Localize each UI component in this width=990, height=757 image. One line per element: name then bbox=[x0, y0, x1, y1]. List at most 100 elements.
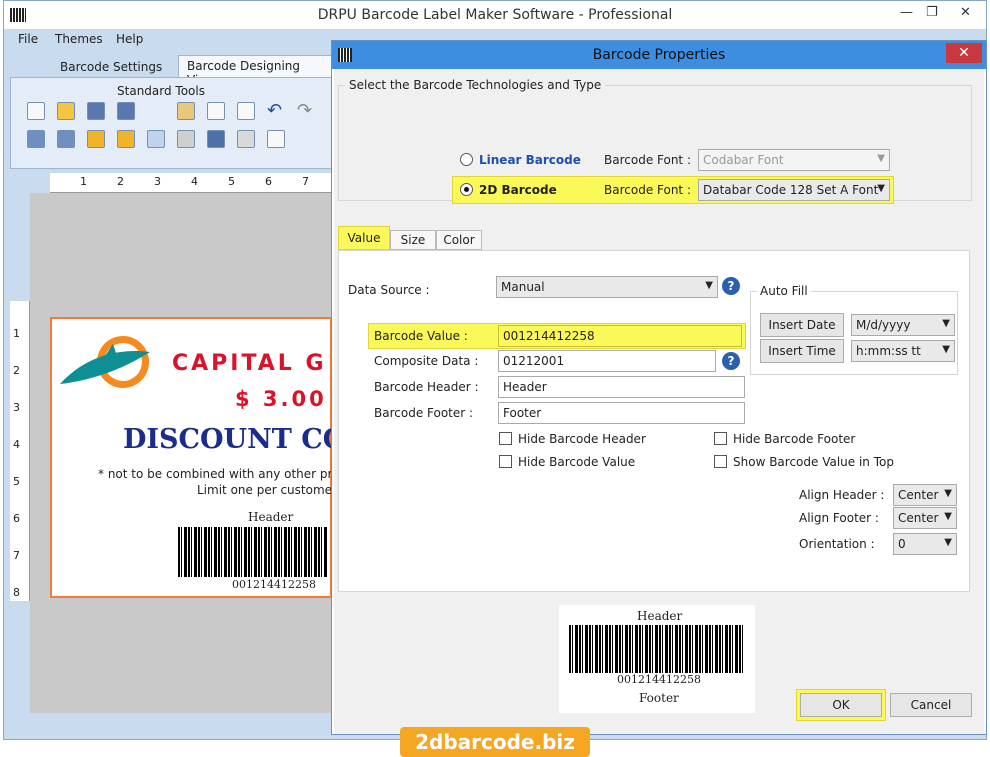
show-value-top-checkbox[interactable] bbox=[714, 455, 727, 468]
insert-date-button[interactable]: Insert Date bbox=[760, 313, 844, 337]
tab-color[interactable]: Color bbox=[436, 230, 482, 250]
preview-barcode bbox=[569, 625, 745, 673]
2d-font-label: Barcode Font : bbox=[604, 183, 691, 197]
title-bar: DRPU Barcode Label Maker Software - Prof… bbox=[4, 1, 986, 29]
preview-header: Header bbox=[637, 609, 683, 623]
ungroup-icon[interactable] bbox=[57, 130, 75, 148]
preview-value: 001214412258 bbox=[617, 673, 701, 686]
barcode-properties-dialog: Barcode Properties ✕ Select the Barcode … bbox=[331, 40, 987, 735]
chevron-down-icon: ▼ bbox=[944, 488, 952, 499]
barcode-value-label: Barcode Value : bbox=[374, 329, 468, 343]
window-title: DRPU Barcode Label Maker Software - Prof… bbox=[317, 7, 673, 23]
redo-icon[interactable]: ↷ bbox=[297, 100, 312, 121]
undo-icon[interactable]: ↶ bbox=[267, 100, 282, 121]
dialog-close-button[interactable]: ✕ bbox=[946, 43, 982, 63]
ok-button[interactable]: OK bbox=[800, 693, 882, 717]
composite-data-input[interactable]: 01212001 bbox=[498, 350, 716, 372]
paste-icon[interactable] bbox=[177, 102, 195, 120]
orientation-select[interactable]: 0 ▼ bbox=[893, 533, 957, 555]
print-preview-icon[interactable] bbox=[207, 130, 225, 148]
dolphin-logo bbox=[60, 336, 150, 388]
restore-icon[interactable]: ❐ bbox=[926, 5, 938, 20]
chevron-down-icon: ▼ bbox=[877, 153, 885, 164]
date-format-select[interactable]: M/d/yyyy ▼ bbox=[851, 314, 955, 336]
linear-font-label: Barcode Font : bbox=[604, 153, 691, 167]
align-footer-select[interactable]: Center ▼ bbox=[893, 507, 957, 529]
barcode-header-input[interactable]: Header bbox=[498, 376, 745, 398]
ribbon-group-label: Standard Tools bbox=[117, 84, 205, 98]
open-icon[interactable] bbox=[57, 102, 75, 120]
menu-file[interactable]: File bbox=[18, 32, 38, 46]
composite-data-label: Composite Data : bbox=[374, 354, 479, 368]
label-barcode-header: Header bbox=[248, 510, 294, 524]
save-as-icon[interactable] bbox=[117, 102, 135, 120]
chevron-down-icon: ▼ bbox=[942, 344, 950, 355]
print-icon[interactable] bbox=[237, 130, 255, 148]
preview-footer: Footer bbox=[639, 691, 679, 705]
label-barcode bbox=[178, 527, 328, 577]
hide-value-label: Hide Barcode Value bbox=[518, 455, 636, 469]
data-source-label: Data Source : bbox=[348, 283, 430, 297]
insert-time-button[interactable]: Insert Time bbox=[760, 339, 844, 363]
lock-icon[interactable] bbox=[87, 130, 105, 148]
delete-icon[interactable] bbox=[237, 102, 255, 120]
hide-value-checkbox[interactable] bbox=[499, 455, 512, 468]
ruler-tick: 5 bbox=[13, 475, 20, 488]
linear-barcode-radio[interactable] bbox=[460, 153, 473, 166]
export-icon[interactable] bbox=[267, 130, 285, 148]
linear-barcode-label[interactable]: Linear Barcode bbox=[479, 153, 581, 167]
group-icon[interactable] bbox=[27, 130, 45, 148]
ruler-tick: 4 bbox=[191, 175, 198, 188]
hide-footer-checkbox[interactable] bbox=[714, 432, 727, 445]
ruler-tick: 4 bbox=[13, 438, 20, 451]
ruler-tick: 6 bbox=[13, 512, 20, 525]
barcode-preview: Header 001214412258 Footer bbox=[559, 605, 755, 713]
tab-value-label: Value bbox=[347, 231, 381, 245]
grid-icon[interactable] bbox=[147, 130, 165, 148]
2d-barcode-label[interactable]: 2D Barcode bbox=[479, 183, 557, 197]
label-barcode-value: 001214412258 bbox=[232, 578, 316, 591]
linear-font-select[interactable]: Codabar Font ▼ bbox=[698, 149, 890, 171]
unlock-icon[interactable] bbox=[117, 130, 135, 148]
tab-barcode-settings[interactable]: Barcode Settings bbox=[52, 57, 170, 79]
ribbon-tabs: Barcode Settings Barcode Designing View bbox=[4, 53, 334, 87]
time-format-value: h:mm:ss tt bbox=[856, 344, 921, 358]
database-icon[interactable] bbox=[177, 130, 195, 148]
vertical-ruler: 1 2 3 4 5 6 7 8 bbox=[10, 301, 30, 601]
minimize-icon[interactable]: — bbox=[900, 5, 913, 20]
tab-value[interactable]: Value bbox=[338, 226, 390, 250]
data-source-select[interactable]: Manual ▼ bbox=[496, 276, 718, 298]
ruler-tick: 2 bbox=[117, 175, 124, 188]
tab-size[interactable]: Size bbox=[390, 230, 436, 250]
hide-header-checkbox[interactable] bbox=[499, 432, 512, 445]
orientation-label: Orientation : bbox=[799, 537, 875, 551]
2d-font-select[interactable]: Databar Code 128 Set A Font ▼ bbox=[698, 179, 890, 201]
dialog-title-bar: Barcode Properties ✕ bbox=[332, 41, 986, 69]
2d-font-value: Databar Code 128 Set A Font bbox=[703, 183, 879, 197]
auto-fill-title: Auto Fill bbox=[757, 284, 811, 298]
ruler-tick: 8 bbox=[13, 586, 20, 599]
tab-barcode-designing-view[interactable]: Barcode Designing View bbox=[178, 55, 334, 87]
label-line-capital: CAPITAL G bbox=[172, 351, 327, 376]
menu-themes[interactable]: Themes bbox=[55, 32, 103, 46]
ruler-tick: 3 bbox=[154, 175, 161, 188]
dialog-title: Barcode Properties bbox=[592, 47, 726, 63]
barcode-value-input[interactable]: 001214412258 bbox=[498, 325, 742, 347]
composite-help-icon[interactable]: ? bbox=[722, 352, 740, 370]
new-icon[interactable] bbox=[27, 102, 45, 120]
save-icon[interactable] bbox=[87, 102, 105, 120]
close-icon[interactable]: ✕ bbox=[960, 5, 971, 20]
label-fineprint: Limit one per customer bbox=[197, 483, 337, 497]
cancel-button[interactable]: Cancel bbox=[890, 693, 972, 717]
align-header-select[interactable]: Center ▼ bbox=[893, 484, 957, 506]
cut-icon[interactable] bbox=[207, 102, 225, 120]
ruler-tick: 1 bbox=[80, 175, 87, 188]
menu-help[interactable]: Help bbox=[116, 32, 143, 46]
data-source-value: Manual bbox=[501, 280, 545, 294]
barcode-header-label: Barcode Header : bbox=[374, 380, 479, 394]
time-format-select[interactable]: h:mm:ss tt ▼ bbox=[851, 340, 955, 362]
data-source-help-icon[interactable]: ? bbox=[722, 277, 740, 295]
orientation-value: 0 bbox=[898, 537, 906, 551]
barcode-footer-input[interactable]: Footer bbox=[498, 402, 745, 424]
2d-barcode-radio[interactable] bbox=[460, 183, 473, 196]
